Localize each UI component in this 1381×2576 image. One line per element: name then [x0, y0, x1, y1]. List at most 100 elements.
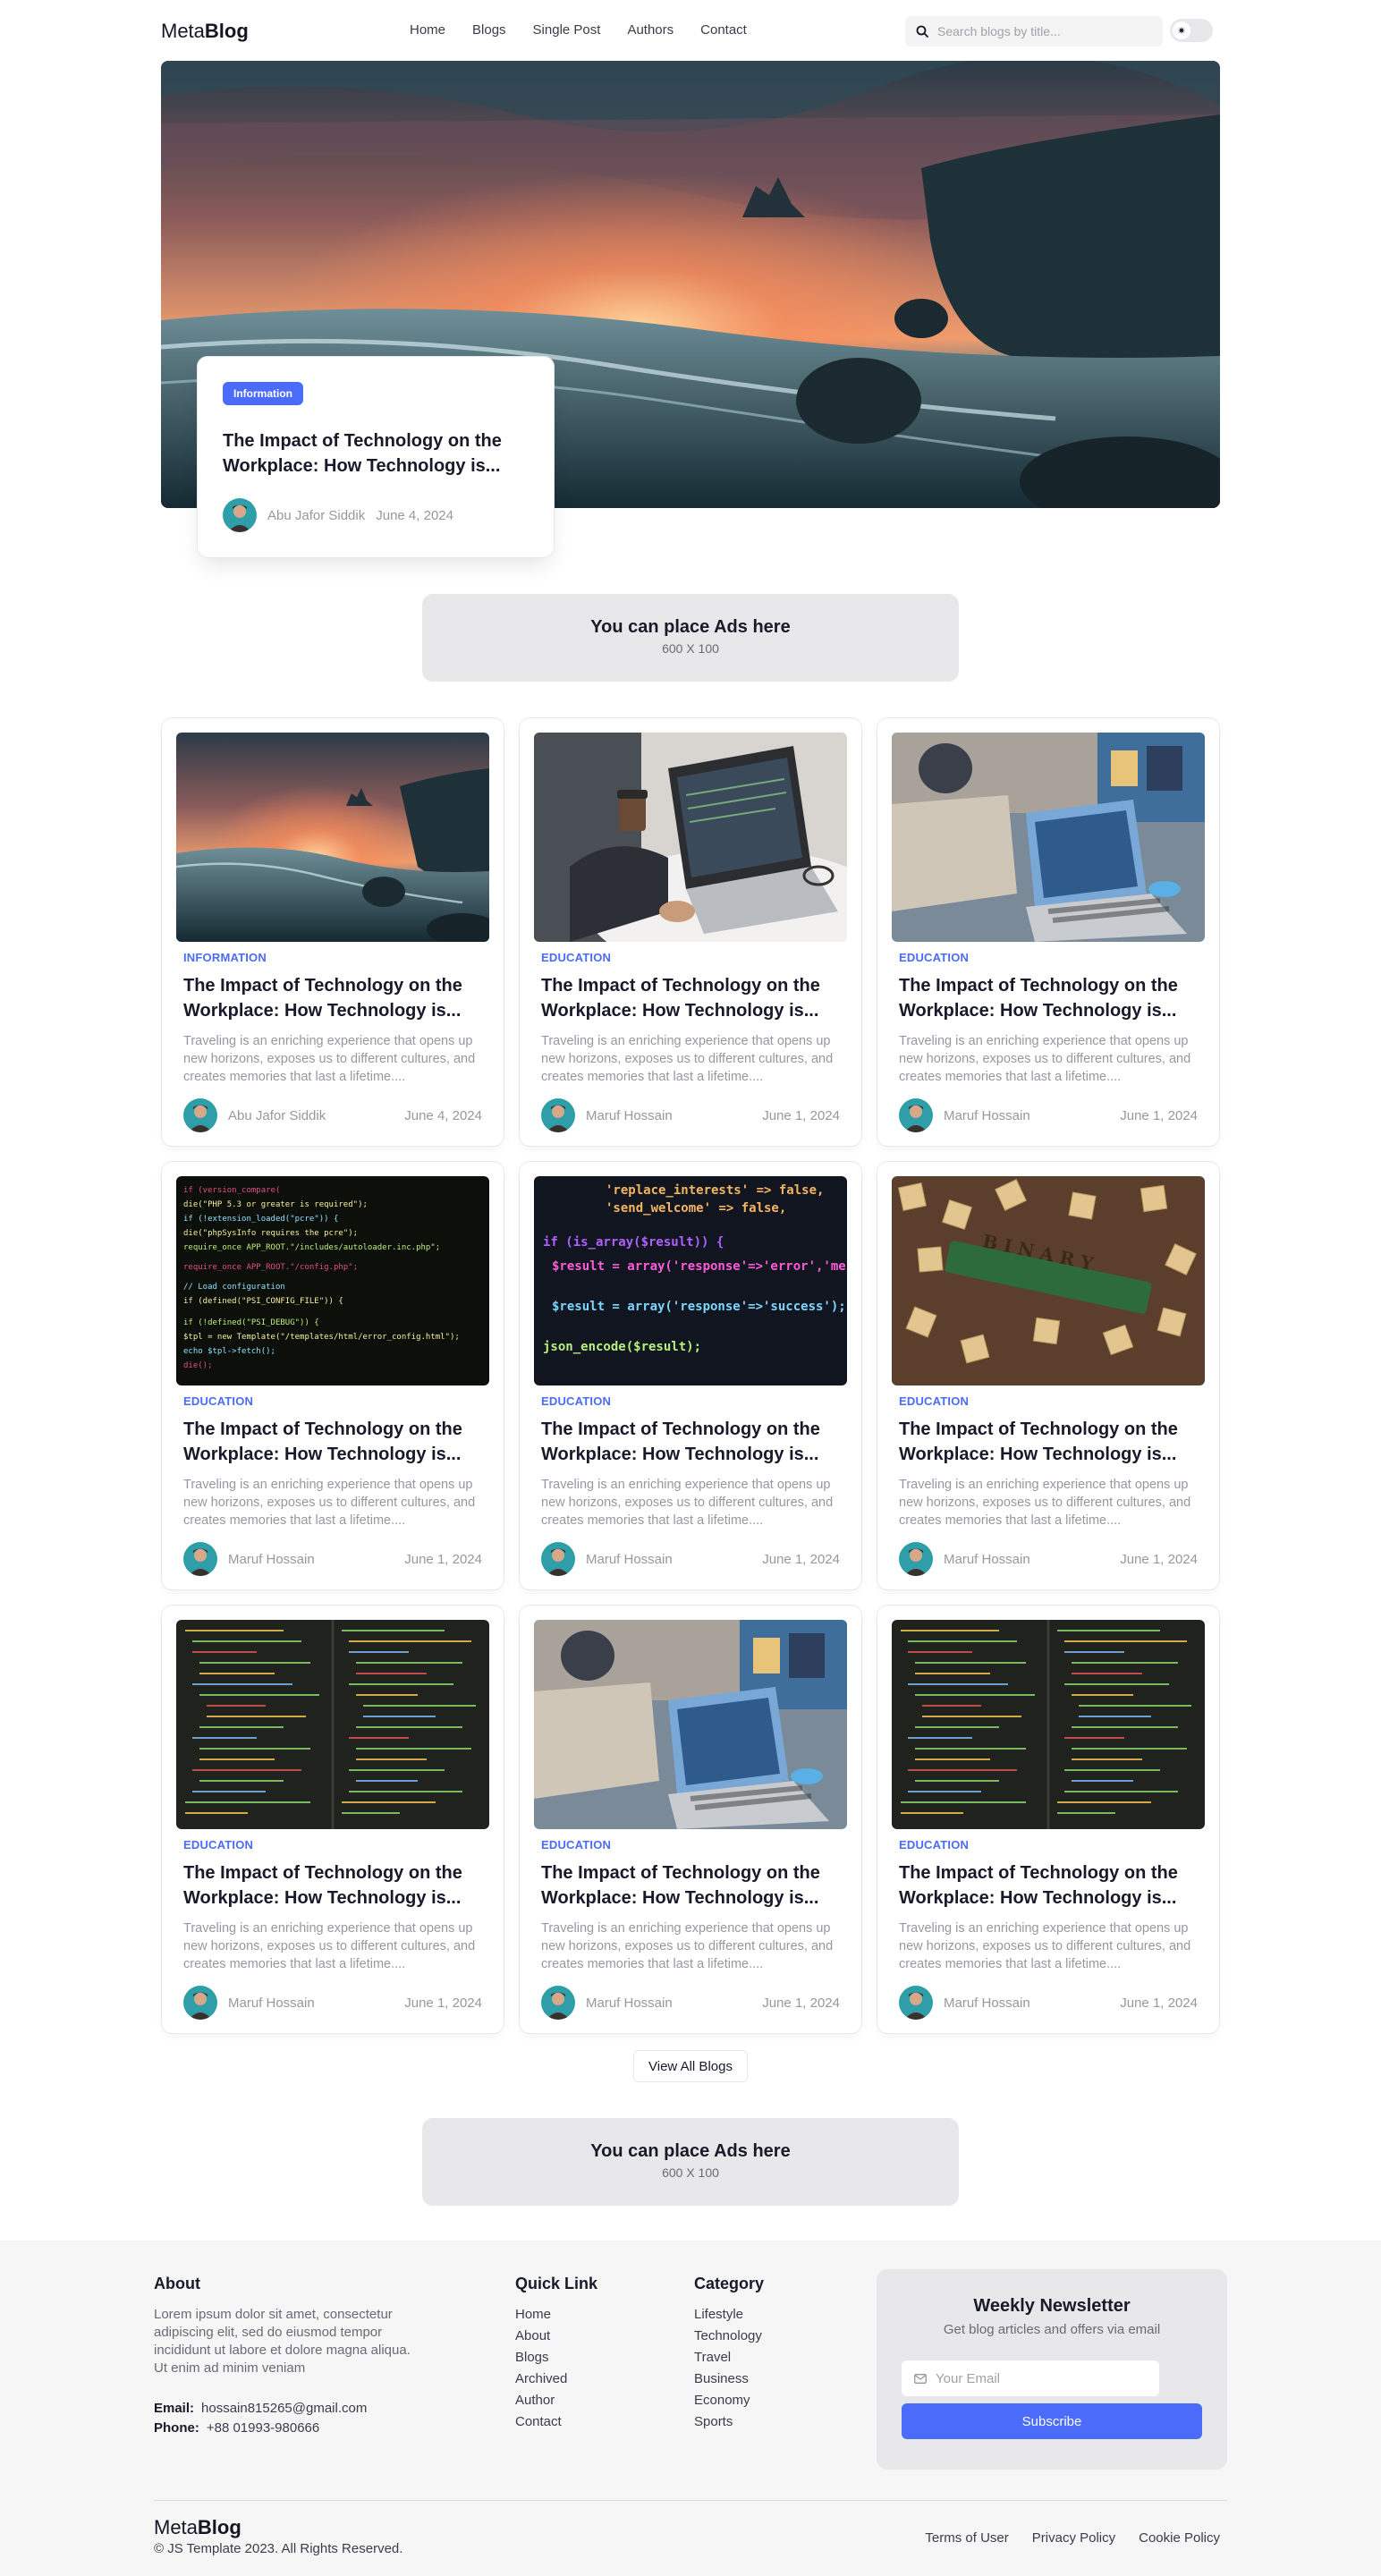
avatar	[899, 1986, 933, 2020]
post-thumbnail[interactable]	[176, 1620, 489, 1829]
ad-size: 600 X 100	[662, 641, 719, 656]
nav-link-contact[interactable]: Contact	[700, 22, 747, 38]
author-name[interactable]: Maruf Hossain	[586, 1108, 762, 1123]
post-meta: Maruf Hossain June 1, 2024	[899, 1986, 1198, 2020]
svg-text:json_encode($result);: json_encode($result);	[543, 1340, 701, 1354]
post-card[interactable]: EDUCATION The Impact of Technology on th…	[161, 1605, 504, 2034]
footer-category-technology[interactable]: Technology	[694, 2326, 764, 2347]
author-name[interactable]: Maruf Hossain	[586, 1552, 762, 1567]
footer-link-about[interactable]: About	[515, 2326, 597, 2347]
author-name[interactable]: Maruf Hossain	[944, 1552, 1120, 1567]
post-category[interactable]: EDUCATION	[899, 1838, 1198, 1852]
post-category[interactable]: EDUCATION	[541, 1394, 840, 1408]
top-navbar: MetaBlog Home Blogs Single Post Authors …	[161, 16, 1222, 50]
post-category[interactable]: EDUCATION	[899, 1394, 1198, 1408]
footer-link-author[interactable]: Author	[515, 2390, 597, 2411]
post-category[interactable]: EDUCATION	[183, 1838, 482, 1852]
nav-link-authors[interactable]: Authors	[627, 22, 674, 38]
ad-banner-top[interactable]: You can place Ads here 600 X 100	[422, 594, 959, 682]
author-name[interactable]: Maruf Hossain	[228, 1996, 404, 2011]
post-title[interactable]: The Impact of Technology on the Workplac…	[541, 973, 840, 1023]
theme-toggle[interactable]: ✷	[1170, 19, 1213, 42]
cookie-link[interactable]: Cookie Policy	[1139, 2530, 1220, 2546]
post-title[interactable]: The Impact of Technology on the Workplac…	[183, 973, 482, 1023]
footer-link-home[interactable]: Home	[515, 2304, 597, 2326]
nav-link-single-post[interactable]: Single Post	[533, 22, 601, 38]
author-name[interactable]: Maruf Hossain	[586, 1996, 762, 2011]
site-logo[interactable]: MetaBlog	[161, 20, 249, 43]
ad-banner-bottom[interactable]: You can place Ads here 600 X 100	[422, 2118, 959, 2206]
footer-link-blogs[interactable]: Blogs	[515, 2347, 597, 2368]
post-card[interactable]: EDUCATION The Impact of Technology on th…	[519, 717, 862, 1147]
hero-post-card[interactable]: Information The Impact of Technology on …	[197, 356, 555, 558]
footer-category-sports[interactable]: Sports	[694, 2411, 764, 2433]
post-category[interactable]: EDUCATION	[541, 1838, 840, 1852]
post-title[interactable]: The Impact of Technology on the Workplac…	[183, 1860, 482, 1911]
post-category[interactable]: EDUCATION	[899, 951, 1198, 964]
footer-category-lifestyle[interactable]: Lifestyle	[694, 2304, 764, 2326]
post-excerpt: Traveling is an enriching experience tha…	[899, 1921, 1191, 1971]
phone-value[interactable]: +88 01993-980666	[207, 2420, 319, 2436]
post-thumbnail[interactable]	[176, 733, 489, 942]
svg-text:if (defined("PSI_CONFIG_FILE"): if (defined("PSI_CONFIG_FILE")) {	[183, 1297, 343, 1306]
post-title[interactable]: The Impact of Technology on the Workplac…	[541, 1860, 840, 1911]
post-title[interactable]: The Impact of Technology on the Workplac…	[899, 1860, 1198, 1911]
main-menu: Home Blogs Single Post Authors Contact	[410, 22, 747, 38]
post-card[interactable]: EDUCATION The Impact of Technology on th…	[877, 717, 1220, 1147]
privacy-link[interactable]: Privacy Policy	[1032, 2530, 1115, 2546]
avatar	[183, 1542, 217, 1576]
newsletter-email-field	[902, 2360, 1159, 2396]
site-footer: About Lorem ipsum dolor sit amet, consec…	[0, 2241, 1381, 2576]
post-thumbnail[interactable]	[534, 1620, 847, 1829]
post-thumbnail[interactable]: B I N A R Y	[892, 1176, 1205, 1385]
email-value[interactable]: hossain815265@gmail.com	[201, 2401, 367, 2416]
legal-links: Terms of User Privacy Policy Cookie Poli…	[925, 2530, 1220, 2546]
post-meta: Maruf Hossain June 1, 2024	[899, 1098, 1198, 1132]
post-thumbnail[interactable]: if (version_compare( die("PHP 5.3 or gre…	[176, 1176, 489, 1385]
nav-link-blogs[interactable]: Blogs	[472, 22, 506, 38]
view-all-blogs-button[interactable]: View All Blogs	[633, 2050, 748, 2082]
category-badge[interactable]: Information	[223, 382, 303, 405]
author-name[interactable]: Abu Jafor Siddik	[267, 508, 365, 523]
post-category[interactable]: EDUCATION	[183, 1394, 482, 1408]
post-card[interactable]: 'replace_interests' => false, 'send_welco…	[519, 1161, 862, 1590]
sun-icon: ✷	[1173, 21, 1190, 39]
post-thumbnail[interactable]	[892, 733, 1205, 942]
author-name[interactable]: Maruf Hossain	[228, 1552, 404, 1567]
svg-text:'send_welcome' => false,: 'send_welcome' => false,	[606, 1201, 786, 1216]
footer-category-travel[interactable]: Travel	[694, 2347, 764, 2368]
footer-category-economy[interactable]: Economy	[694, 2390, 764, 2411]
post-title[interactable]: The Impact of Technology on the Workplac…	[899, 1417, 1198, 1467]
post-title[interactable]: The Impact of Technology on the Workplac…	[541, 1417, 840, 1467]
author-name[interactable]: Abu Jafor Siddik	[228, 1108, 404, 1123]
footer-link-contact[interactable]: Contact	[515, 2411, 597, 2433]
newsletter-email-input[interactable]	[936, 2370, 1150, 2386]
footer-category-business[interactable]: Business	[694, 2368, 764, 2390]
hero-title[interactable]: The Impact of Technology on the Workplac…	[223, 428, 529, 479]
post-card[interactable]: if (version_compare( die("PHP 5.3 or gre…	[161, 1161, 504, 1590]
footer-logo[interactable]: MetaBlog	[154, 2516, 241, 2539]
ad-title: You can place Ads here	[590, 2141, 791, 2161]
post-thumbnail[interactable]	[534, 733, 847, 942]
search-icon	[916, 25, 928, 38]
post-category[interactable]: INFORMATION	[183, 951, 482, 964]
post-category[interactable]: EDUCATION	[541, 951, 840, 964]
post-date: June 4, 2024	[404, 1107, 482, 1123]
subscribe-button[interactable]: Subscribe	[902, 2403, 1202, 2439]
author-name[interactable]: Maruf Hossain	[944, 1996, 1120, 2011]
nav-link-home[interactable]: Home	[410, 22, 445, 38]
post-thumbnail[interactable]	[892, 1620, 1205, 1829]
post-card[interactable]: INFORMATION The Impact of Technology on …	[161, 717, 504, 1147]
terms-link[interactable]: Terms of User	[925, 2530, 1008, 2546]
post-title[interactable]: The Impact of Technology on the Workplac…	[183, 1417, 482, 1467]
search-input[interactable]	[937, 24, 1143, 38]
post-card[interactable]: EDUCATION The Impact of Technology on th…	[877, 1605, 1220, 2034]
svg-text:$result = array('response'=>'e: $result = array('response'=>'error','mes…	[552, 1259, 847, 1274]
footer-link-archived[interactable]: Archived	[515, 2368, 597, 2390]
post-card[interactable]: B I N A R Y EDUCATION The Impact of Tech…	[877, 1161, 1220, 1590]
post-thumbnail[interactable]: 'replace_interests' => false, 'send_welco…	[534, 1176, 847, 1385]
author-name[interactable]: Maruf Hossain	[944, 1108, 1120, 1123]
post-date: June 1, 2024	[762, 1551, 840, 1567]
post-card[interactable]: EDUCATION The Impact of Technology on th…	[519, 1605, 862, 2034]
post-title[interactable]: The Impact of Technology on the Workplac…	[899, 973, 1198, 1023]
